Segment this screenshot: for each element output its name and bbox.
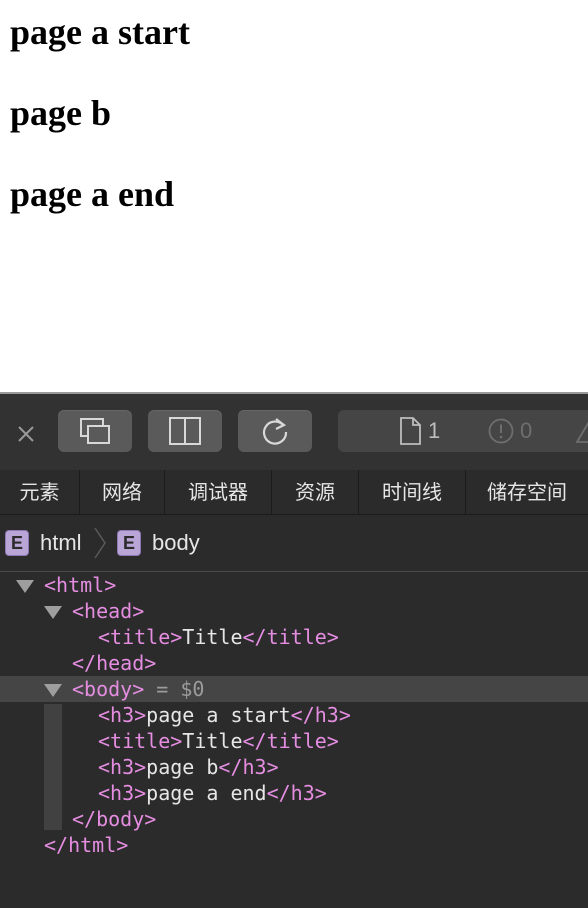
tag-html-open: <html> bbox=[44, 573, 117, 597]
warning-icon bbox=[576, 421, 588, 443]
split-panel-icon bbox=[169, 417, 201, 445]
tag-h3-open: <h3> bbox=[98, 703, 147, 727]
tag-h3-open: <h3> bbox=[98, 781, 147, 805]
error-count-indicator[interactable]: 0 bbox=[488, 410, 532, 452]
tab-resources[interactable]: 资源 bbox=[272, 470, 359, 514]
tag-h3-close: </h3> bbox=[290, 703, 351, 727]
tag-title-close: </title> bbox=[242, 625, 339, 649]
dom-node-h3[interactable]: <h3>page a start</h3> bbox=[0, 702, 588, 728]
heading-page-b: page b bbox=[10, 93, 112, 133]
tab-network[interactable]: 网络 bbox=[80, 470, 165, 514]
dock-undock-button[interactable] bbox=[58, 410, 132, 452]
tag-body-open: <body> bbox=[72, 677, 145, 701]
dom-node-title[interactable]: <title>Title</title> bbox=[0, 728, 588, 754]
breadcrumb: E html E body bbox=[0, 515, 588, 572]
error-icon bbox=[488, 418, 514, 444]
devtools-toolbar: 1 0 bbox=[0, 394, 588, 471]
tag-head-open: <head> bbox=[72, 599, 145, 623]
disclosure-triangle-icon[interactable] bbox=[44, 684, 62, 697]
tab-timelines[interactable]: 时间线 bbox=[359, 470, 466, 514]
element-badge-icon: E bbox=[117, 530, 141, 556]
h3-text: page a start bbox=[146, 703, 291, 727]
dock-side-button[interactable] bbox=[148, 410, 222, 452]
dom-node-title[interactable]: <title>Title</title> bbox=[0, 624, 588, 650]
tag-title-open: <title> bbox=[98, 729, 183, 753]
dom-node-head-close[interactable]: </head> bbox=[0, 650, 588, 676]
tag-h3-open: <h3> bbox=[98, 755, 147, 779]
dom-node-head[interactable]: <head> bbox=[0, 598, 588, 624]
tag-h3-close: </h3> bbox=[218, 755, 279, 779]
element-badge-icon: E bbox=[5, 530, 29, 556]
heading-page-a-end: page a end bbox=[10, 174, 175, 214]
breadcrumb-separator-icon bbox=[94, 527, 106, 559]
dom-node-body-close[interactable]: </body> bbox=[0, 806, 588, 832]
resource-count: 1 bbox=[428, 418, 441, 443]
document-icon bbox=[400, 417, 421, 445]
reload-button[interactable] bbox=[238, 410, 312, 452]
dom-node-html[interactable]: <html> bbox=[0, 572, 588, 598]
h3-text: page b bbox=[146, 755, 219, 779]
resource-count-indicator[interactable]: 1 bbox=[398, 410, 440, 452]
disclosure-triangle-icon[interactable] bbox=[44, 606, 62, 619]
h3-text: page a end bbox=[146, 781, 267, 805]
tag-h3-close: </h3> bbox=[266, 781, 327, 805]
page-viewport: page a start page b page a end bbox=[0, 0, 588, 392]
warning-count-indicator[interactable] bbox=[576, 410, 588, 452]
dom-tree: <html> <head> <title>Title</title> </hea… bbox=[0, 572, 588, 908]
tab-elements[interactable]: 元素 bbox=[0, 470, 80, 514]
error-count: 0 bbox=[520, 418, 533, 443]
heading-page-a-start: page a start bbox=[10, 12, 190, 52]
dom-node-h3[interactable]: <h3>page a end</h3> bbox=[0, 780, 588, 806]
reload-icon bbox=[262, 418, 288, 445]
breadcrumb-item-body[interactable]: E body bbox=[117, 528, 200, 558]
title-text: Title bbox=[182, 729, 243, 753]
tab-storage[interactable]: 储存空间 bbox=[466, 470, 588, 514]
dom-node-html-close[interactable]: </html> bbox=[0, 832, 588, 858]
tag-body-close: </body> bbox=[72, 807, 157, 831]
breadcrumb-item-html[interactable]: E html bbox=[5, 528, 82, 558]
close-icon[interactable] bbox=[12, 420, 40, 448]
title-text: Title bbox=[182, 625, 243, 649]
undock-icon bbox=[80, 418, 110, 444]
tag-title-close: </title> bbox=[242, 729, 339, 753]
disclosure-triangle-icon[interactable] bbox=[16, 580, 34, 593]
dom-node-h3[interactable]: <h3>page b</h3> bbox=[0, 754, 588, 780]
devtools-tab-bar: 元素 网络 调试器 资源 时间线 储存空间 bbox=[0, 470, 588, 515]
dom-node-body[interactable]: <body> = $0 bbox=[0, 676, 588, 702]
breadcrumb-label: html bbox=[40, 530, 82, 555]
tab-debugger[interactable]: 调试器 bbox=[165, 470, 272, 514]
breadcrumb-label: body bbox=[152, 530, 200, 555]
status-indicators: 1 0 bbox=[338, 410, 588, 452]
tag-title-open: <title> bbox=[98, 625, 183, 649]
devtools-panel: 1 0 元素 网络 调试器 资源 时间线 储存空间 E html E body … bbox=[0, 392, 588, 908]
tag-head-close: </head> bbox=[72, 651, 157, 675]
selected-node-marker: = $0 bbox=[144, 677, 205, 701]
tag-html-close: </html> bbox=[44, 833, 129, 857]
